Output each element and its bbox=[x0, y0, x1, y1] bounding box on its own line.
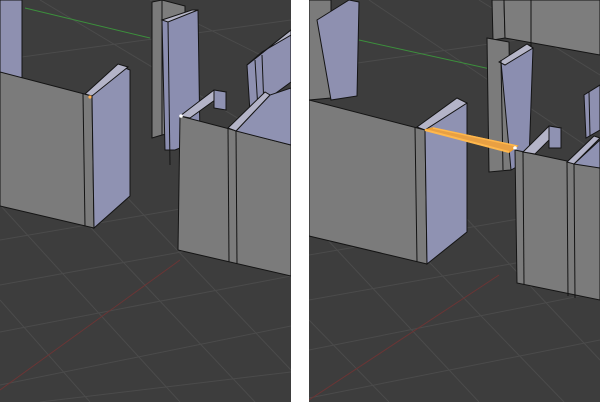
viewport-before[interactable] bbox=[0, 0, 291, 402]
wall-back-left bbox=[0, 0, 23, 79]
panel-divider bbox=[291, 0, 309, 402]
viewport-after[interactable] bbox=[309, 0, 600, 402]
wall-back-right bbox=[583, 84, 600, 139]
scene-before bbox=[0, 0, 291, 402]
scene-after bbox=[309, 0, 600, 402]
wall-front-left bbox=[309, 97, 469, 266]
selected-vertex-marker-right bbox=[179, 114, 183, 118]
screenshot-root bbox=[0, 0, 600, 402]
selected-vertex-marker bbox=[513, 146, 517, 150]
selected-vertex-marker bbox=[88, 95, 92, 99]
wall-back-left bbox=[309, 0, 360, 101]
wall-front-left bbox=[0, 63, 131, 230]
